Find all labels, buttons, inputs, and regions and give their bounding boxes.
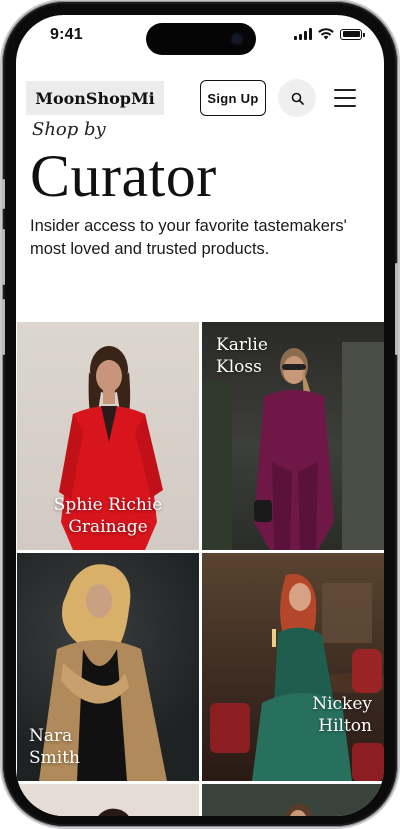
status-time: 9:41 [50,26,83,43]
curator-name: Nickey Hilton [312,694,372,736]
sign-up-button[interactable]: Sign Up [200,80,266,116]
curator-name: Karlie Kloss [216,335,268,377]
curator-card[interactable]: Sphie Richie Grainage [17,322,199,550]
curator-photo [210,574,384,781]
search-icon [291,92,304,105]
screen: 9:41 MoonShopMi Sign Up Shop by Curator … [16,15,384,816]
search-button[interactable] [278,79,316,117]
curator-photo [98,808,129,816]
curator-name: Nara Smith [29,726,80,768]
curator-card[interactable]: Nickey Hilton [202,553,384,781]
curator-card[interactable]: Karlie Kloss [202,322,384,550]
wifi-icon [318,28,334,40]
cellular-signal-icon [294,28,312,40]
curator-card[interactable]: Nara Smith [17,553,199,781]
curator-card[interactable] [202,784,384,816]
power-button [395,263,398,355]
site-logo[interactable]: MoonShopMi [26,81,164,115]
curator-photo [284,803,312,816]
hero-description: Insider access to your favorite tastemak… [30,217,347,258]
battery-icon [340,28,365,40]
dynamic-island [146,23,256,55]
front-camera [232,34,242,44]
status-icons [294,28,365,40]
curator-card[interactable] [17,784,199,816]
curator-name: Sphie Richie Grainage [53,495,163,537]
hero-kicker: Shop by [32,119,106,140]
hamburger-menu-icon[interactable] [334,87,356,109]
page-title: Curator [30,143,217,209]
status-bar: 9:41 [16,15,384,59]
